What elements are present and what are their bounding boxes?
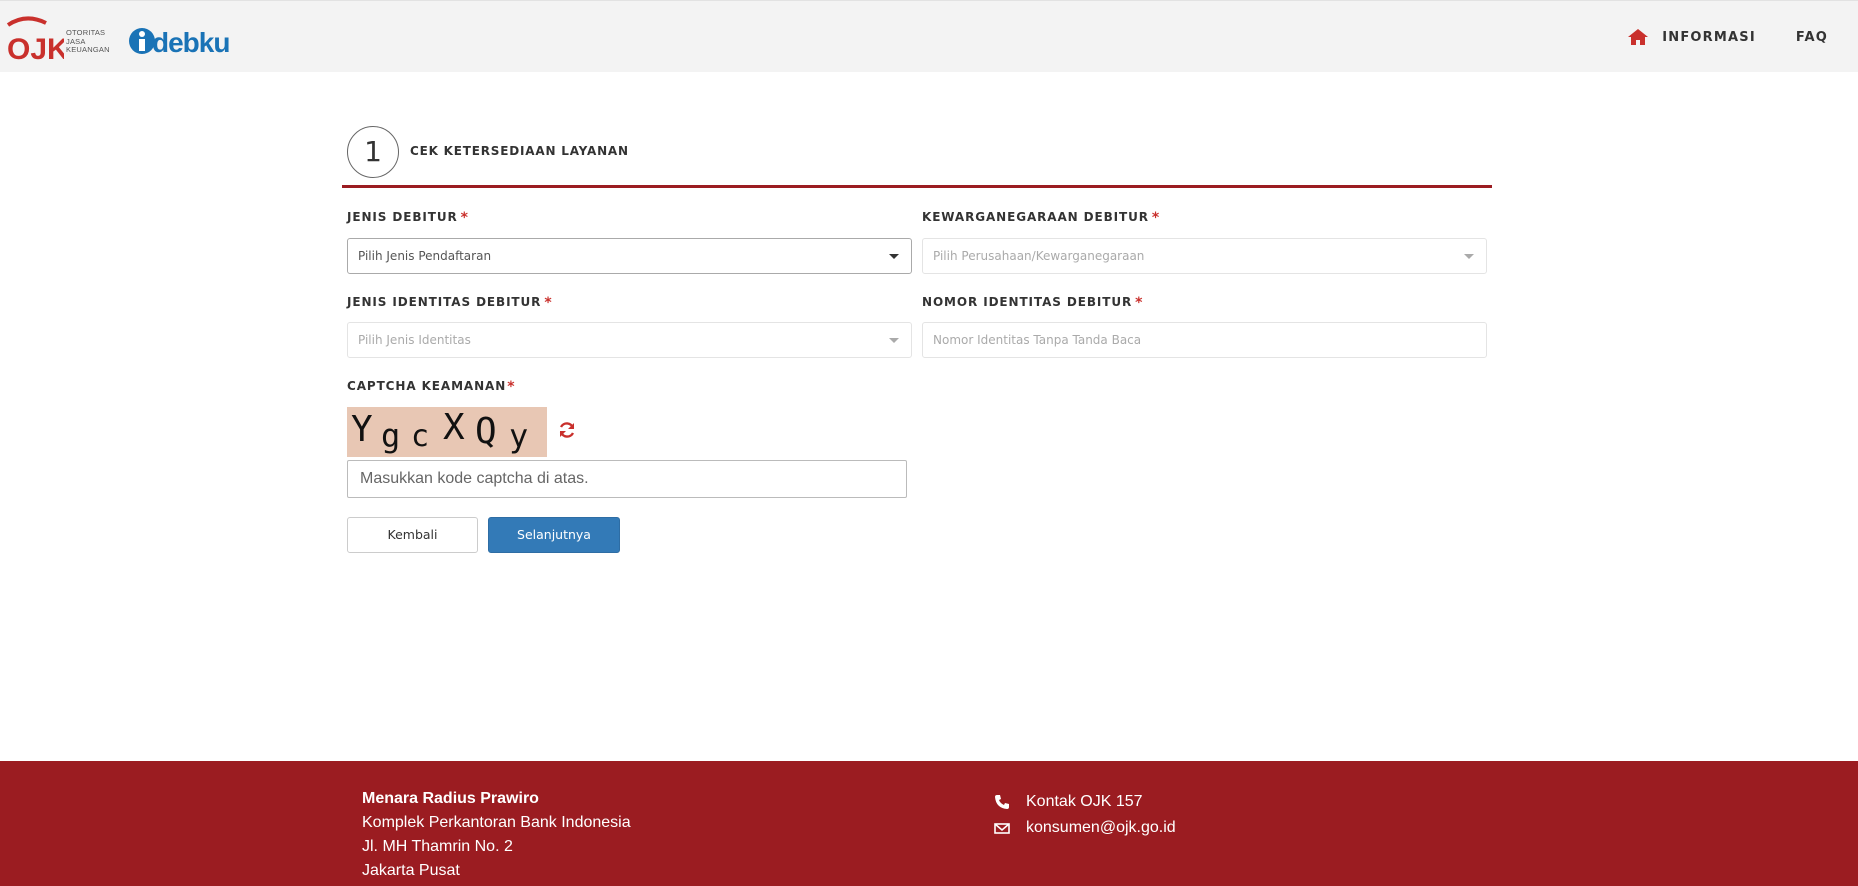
phone-text[interactable]: Kontak OJK 157 — [1026, 789, 1143, 815]
required-mark: * — [1151, 210, 1161, 226]
header: OJK OTORITAS JASA KEUANGAN debku INFORMA… — [0, 0, 1858, 72]
jenis-identitas-label: JENIS IDENTITAS DEBITUR * — [347, 295, 553, 311]
footer-address: Menara Radius Prawiro Komplek Perkantora… — [362, 787, 631, 883]
captcha-char: y — [509, 417, 529, 455]
captcha-label: CAPTCHA KEAMANAN* — [347, 379, 516, 395]
jenis-debitur-label: JENIS DEBITUR * — [347, 210, 469, 226]
address-line: Menara Radius Prawiro — [362, 790, 539, 807]
address-line: Komplek Perkantoran Bank Indonesia — [362, 814, 631, 831]
step-number: 1 — [347, 126, 399, 178]
captcha-char: g — [381, 417, 401, 455]
address-line: Jakarta Pusat — [362, 862, 460, 879]
envelope-icon — [994, 823, 1010, 834]
home-icon[interactable] — [1628, 29, 1649, 45]
kewarganegaraan-label: KEWARGANEGARAAN DEBITUR * — [922, 210, 1161, 226]
back-button[interactable]: Kembali — [347, 517, 478, 553]
address-line: Jl. MH Thamrin No. 2 — [362, 838, 513, 855]
required-mark: * — [507, 379, 516, 395]
ojk-logo[interactable]: OJK OTORITAS JASA KEUANGAN — [6, 15, 112, 61]
jenis-debitur-select[interactable]: Pilih Jenis Pendaftaran — [347, 238, 912, 274]
idebku-logo-text: debku — [152, 27, 230, 58]
captcha-char: Q — [475, 411, 497, 452]
required-mark: * — [1135, 295, 1144, 311]
nav-informasi[interactable]: INFORMASI — [1662, 30, 1756, 45]
svg-text:OJK: OJK — [7, 33, 64, 61]
required-mark: * — [544, 295, 553, 311]
phone-row: Kontak OJK 157 — [994, 789, 1176, 815]
captcha-char: c — [411, 419, 430, 454]
next-button[interactable]: Selanjutnya — [488, 517, 620, 553]
ojk-logo-text: OTORITAS JASA KEUANGAN — [66, 28, 110, 54]
captcha-char: Y — [351, 409, 373, 450]
nomor-identitas-label: NOMOR IDENTITAS DEBITUR * — [922, 295, 1144, 311]
nomor-identitas-input[interactable]: Nomor Identitas Tanpa Tanda Baca — [922, 322, 1487, 358]
top-nav: INFORMASI FAQ — [1628, 29, 1828, 45]
step-title: CEK KETERSEDIAAN LAYANAN — [410, 144, 629, 158]
footer-contact: Kontak OJK 157 konsumen@ojk.go.id — [994, 789, 1176, 841]
captcha-input[interactable]: Masukkan kode captcha di atas. — [347, 460, 907, 498]
email-link[interactable]: konsumen@ojk.go.id — [1026, 815, 1176, 841]
ojk-mark-icon: OJK — [6, 16, 64, 61]
captcha-char: X — [443, 407, 465, 448]
refresh-icon[interactable] — [557, 420, 577, 440]
kewarganegaraan-select[interactable]: Pilih Perusahaan/Kewarganegaraan — [922, 238, 1487, 274]
required-mark: * — [460, 210, 469, 226]
caret-down-icon — [889, 338, 899, 343]
nav-faq[interactable]: FAQ — [1796, 30, 1828, 45]
phone-icon — [995, 795, 1009, 809]
email-row: konsumen@ojk.go.id — [994, 815, 1176, 841]
jenis-identitas-select[interactable]: Pilih Jenis Identitas — [347, 322, 912, 358]
step-heading: 1 CEK KETERSEDIAAN LAYANAN — [342, 126, 1492, 188]
captcha-image: Y g c X Q y — [347, 407, 547, 457]
footer: Menara Radius Prawiro Komplek Perkantora… — [0, 761, 1858, 886]
caret-down-icon — [1464, 254, 1474, 259]
caret-down-icon — [889, 254, 899, 259]
